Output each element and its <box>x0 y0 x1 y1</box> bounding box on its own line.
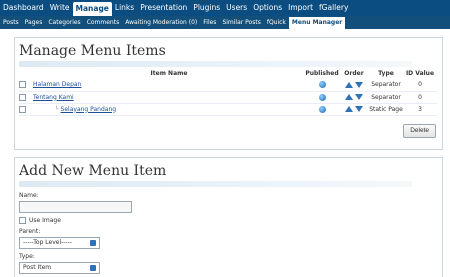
subnav-categories[interactable]: Categories <box>45 16 83 29</box>
move-up-icon[interactable] <box>345 94 354 100</box>
item-type: Static Page <box>369 103 403 116</box>
subnav-pages[interactable]: Pages <box>22 16 46 29</box>
move-up-icon[interactable] <box>345 81 354 88</box>
type-label: Type: <box>19 253 35 260</box>
row-checkbox[interactable] <box>19 81 26 89</box>
item-type: Separator <box>369 79 403 92</box>
type-select[interactable]: Post Item <box>19 262 100 274</box>
child-indent-icon: └ <box>55 105 59 113</box>
table-header: Item Name Published Order Type ID Value <box>19 68 437 79</box>
parent-label: Parent: <box>19 228 41 235</box>
menu-items-table: Item Name Published Order Type ID Value … <box>19 68 437 116</box>
parent-value: -----Top Level----- <box>23 239 72 246</box>
chevron-down-icon <box>90 265 96 271</box>
title-divider <box>19 181 412 187</box>
subnav-awaiting-moderation[interactable]: Awaiting Moderation (0) <box>122 16 200 29</box>
subnav-posts[interactable]: Posts <box>0 16 22 29</box>
table-row: Halaman Depan Separator 0 <box>19 79 437 92</box>
published-icon[interactable] <box>318 93 326 101</box>
add-item-form: Name: Use Image Parent: -----Top Level--… <box>19 188 132 274</box>
item-name-link[interactable]: Tentang Kami <box>33 94 74 101</box>
nav-presentation[interactable]: Presentation <box>137 0 190 16</box>
subnav-fquick[interactable]: fQuick <box>264 16 289 29</box>
subnav-comments[interactable]: Comments <box>84 16 123 29</box>
subnav-files[interactable]: Files <box>200 16 219 29</box>
nav-plugins[interactable]: Plugins <box>190 0 223 16</box>
nav-dashboard[interactable]: Dashboard <box>0 0 47 16</box>
top-navigation: Dashboard Write Manage Links Presentatio… <box>0 0 450 16</box>
nav-import[interactable]: Import <box>285 0 316 16</box>
type-value: Post Item <box>23 264 52 271</box>
item-name-link[interactable]: Halaman Depan <box>33 81 81 88</box>
nav-manage[interactable]: Manage <box>72 2 112 16</box>
move-down-icon[interactable] <box>354 94 363 100</box>
use-image-checkbox[interactable] <box>19 217 26 224</box>
item-id-value: 0 <box>403 79 437 92</box>
move-down-icon[interactable] <box>354 81 363 88</box>
nav-write[interactable]: Write <box>47 0 73 16</box>
name-input[interactable] <box>19 201 132 213</box>
published-icon[interactable] <box>318 81 326 89</box>
row-checkbox[interactable] <box>19 93 26 101</box>
add-new-menu-item-panel: Add New Menu Item Name: Use Image Parent… <box>14 157 443 277</box>
subnav-menu-manager[interactable]: Menu Manager <box>288 17 346 29</box>
col-item-name: Item Name <box>150 70 188 77</box>
parent-select[interactable]: -----Top Level----- <box>19 237 100 249</box>
nav-users[interactable]: Users <box>223 0 250 16</box>
use-image-option[interactable]: Use Image <box>19 217 132 224</box>
manage-menu-items-panel: Manage Menu Items Item Name Published Or… <box>14 37 443 150</box>
move-up-icon[interactable] <box>345 106 354 112</box>
published-icon[interactable] <box>318 105 326 113</box>
nav-links[interactable]: Links <box>112 0 137 16</box>
nav-fgallery[interactable]: fGallery <box>316 0 351 16</box>
use-image-label: Use Image <box>29 217 61 224</box>
col-type: Type <box>378 70 394 77</box>
item-name-link[interactable]: Selayang Pandang <box>61 106 117 113</box>
sub-navigation: Posts Pages Categories Comments Awaiting… <box>0 16 450 29</box>
table-row: Tentang Kami Separator 0 <box>19 91 437 104</box>
title-divider <box>19 61 412 67</box>
item-id-value: 0 <box>403 91 437 104</box>
col-id-value: ID Value <box>405 70 435 77</box>
col-order: Order <box>344 70 364 77</box>
row-checkbox[interactable] <box>19 105 26 113</box>
table-row: └ Selayang Pandang Static Page 3 <box>19 103 437 116</box>
move-down-icon[interactable] <box>354 106 363 112</box>
item-id-value: 3 <box>403 103 437 116</box>
manage-panel-title: Manage Menu Items <box>19 43 166 59</box>
item-type: Separator <box>369 91 403 104</box>
col-published: Published <box>305 70 339 77</box>
add-panel-title: Add New Menu Item <box>19 163 167 179</box>
nav-options[interactable]: Options <box>250 0 285 16</box>
subnav-similar-posts[interactable]: Similar Posts <box>219 16 263 29</box>
chevron-down-icon <box>90 240 96 246</box>
name-label: Name: <box>19 192 39 199</box>
delete-button[interactable]: Delete <box>403 124 436 138</box>
